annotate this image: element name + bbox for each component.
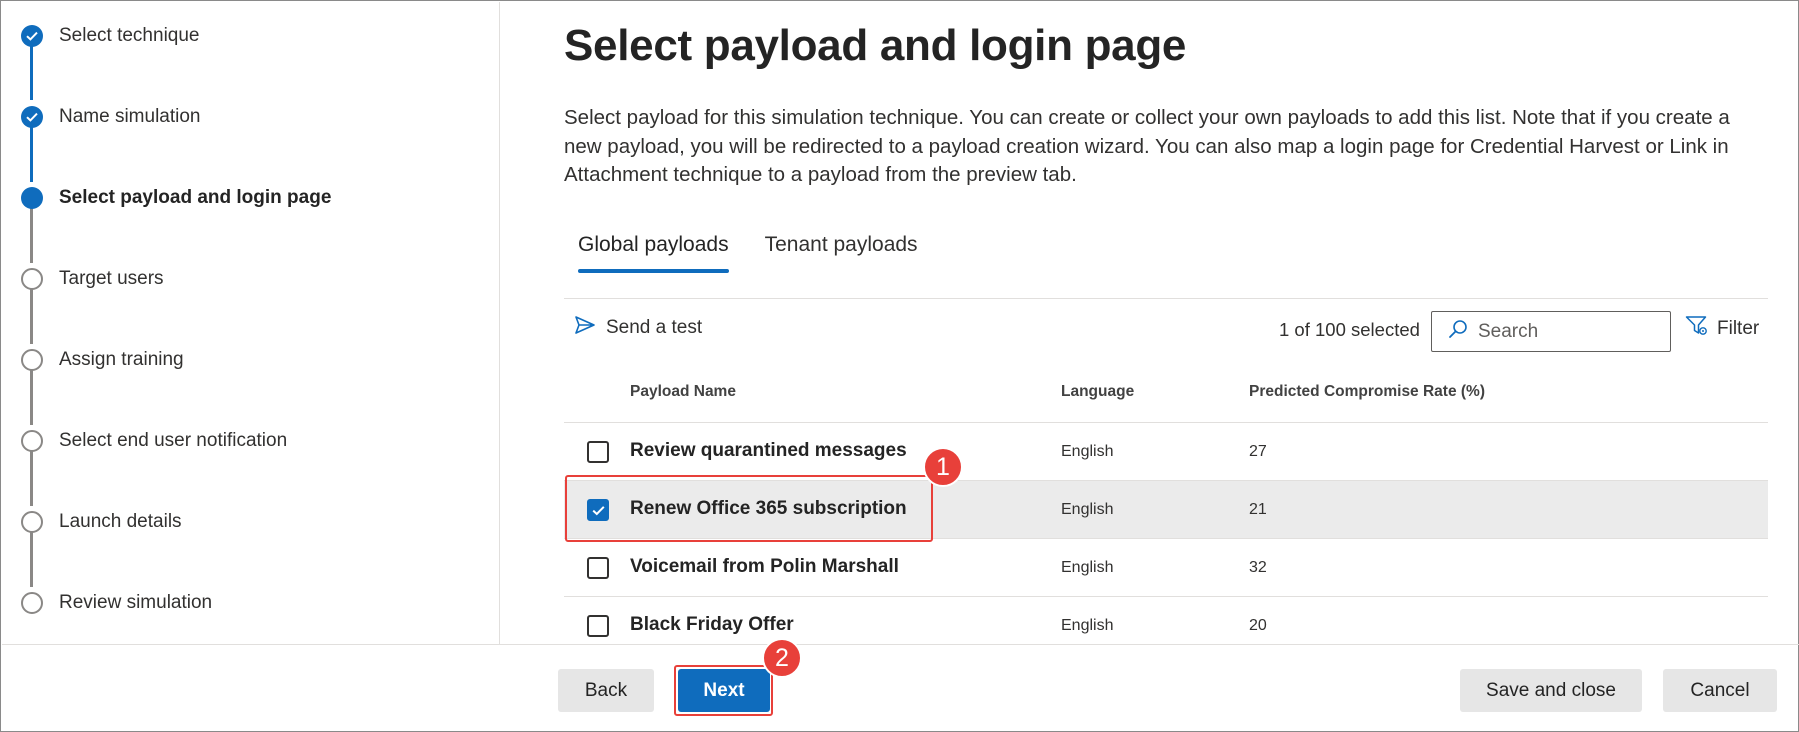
step-connector [30,44,33,100]
table-row[interactable]: Voicemail from Polin Marshall English 32 [564,539,1768,596]
row-checkbox[interactable] [587,557,609,579]
step-label: Select payload and login page [59,187,332,208]
step-connector [30,125,33,182]
tab-tenant-payloads[interactable]: Tenant payloads [765,233,918,273]
compromise-rate-cell: 20 [1249,617,1267,634]
language-cell: English [1061,559,1114,576]
callout-badge-2: 2 [762,638,802,678]
column-header-compromise-rate[interactable]: Predicted Compromise Rate (%) [1249,383,1485,401]
payload-name-cell: Voicemail from Polin Marshall [630,556,899,577]
step-connector [30,449,33,506]
payload-tabs: Global payloads Tenant payloads [578,233,954,273]
pending-step-circle-icon [21,592,43,614]
step-label: Name simulation [59,106,201,127]
compromise-rate-cell: 32 [1249,559,1267,576]
column-header-language[interactable]: Language [1061,383,1134,401]
search-input[interactable] [1478,320,1658,343]
search-icon [1448,319,1468,344]
column-header-payload-name[interactable]: Payload Name [630,383,736,401]
wizard-step-review-simulation[interactable]: Review simulation [21,591,212,615]
wizard-step-end-user-notification[interactable]: Select end user notification [21,429,287,453]
payload-name-cell: Review quarantined messages [630,440,907,461]
wizard-step-select-technique[interactable]: Select technique [21,24,200,48]
search-box[interactable] [1431,311,1671,352]
pending-step-circle-icon [21,430,43,452]
selected-count: 1 of 100 selected [1279,319,1420,340]
step-connector [30,287,33,344]
compromise-rate-cell: 21 [1249,501,1267,518]
send-icon [574,315,596,340]
checkmark-icon [21,25,43,47]
page-description: Select payload for this simulation techn… [564,106,1730,186]
checkmark-icon [21,106,43,128]
language-cell: English [1061,443,1114,460]
payload-name-cell: Black Friday Offer [630,614,794,635]
footer-divider [2,644,1799,645]
send-test-button[interactable]: Send a test [574,315,702,340]
filter-icon [1685,315,1709,342]
table-row[interactable]: Black Friday Offer English 20 [564,597,1768,654]
row-checkbox[interactable] [587,615,609,637]
step-label: Assign training [59,349,184,370]
wizard-steps-panel: Select technique Name simulation Select … [2,2,500,644]
wizard-step-select-payload[interactable]: Select payload and login page [21,186,331,210]
back-button[interactable]: Back [558,669,654,712]
wizard-window: Select technique Name simulation Select … [0,0,1799,732]
step-label: Select technique [59,25,200,46]
wizard-step-launch-details[interactable]: Launch details [21,510,182,534]
pending-step-circle-icon [21,268,43,290]
toolbar-divider [564,298,1768,299]
wizard-step-target-users[interactable]: Target users [21,267,164,291]
callout-badge-1: 1 [923,447,963,487]
cancel-button[interactable]: Cancel [1663,669,1777,712]
wizard-step-assign-training[interactable]: Assign training [21,348,184,372]
step-connector [30,368,33,425]
page-title: Select payload and login page [564,21,1187,70]
tab-global-payloads[interactable]: Global payloads [578,233,729,273]
pending-step-circle-icon [21,349,43,371]
step-connector [30,530,33,587]
filter-button[interactable]: Filter [1685,315,1759,342]
step-label: Target users [59,268,164,289]
pending-step-circle-icon [21,511,43,533]
table-row[interactable]: Review quarantined messages English 27 [564,423,1768,480]
wizard-step-name-simulation[interactable]: Name simulation [21,105,201,129]
current-step-dot-icon [21,187,43,209]
callout-highlight-selected-row [565,475,933,542]
step-label: Launch details [59,511,182,532]
row-checkbox[interactable] [587,441,609,463]
save-and-close-button[interactable]: Save and close [1460,669,1642,712]
filter-label: Filter [1717,317,1760,339]
step-label: Select end user notification [59,430,288,451]
language-cell: English [1061,501,1114,518]
language-cell: English [1061,617,1114,634]
step-connector [30,206,33,263]
step-label: Review simulation [59,592,213,613]
callout-highlight-next-button [674,665,773,716]
send-test-label: Send a test [606,316,703,338]
compromise-rate-cell: 27 [1249,443,1267,460]
